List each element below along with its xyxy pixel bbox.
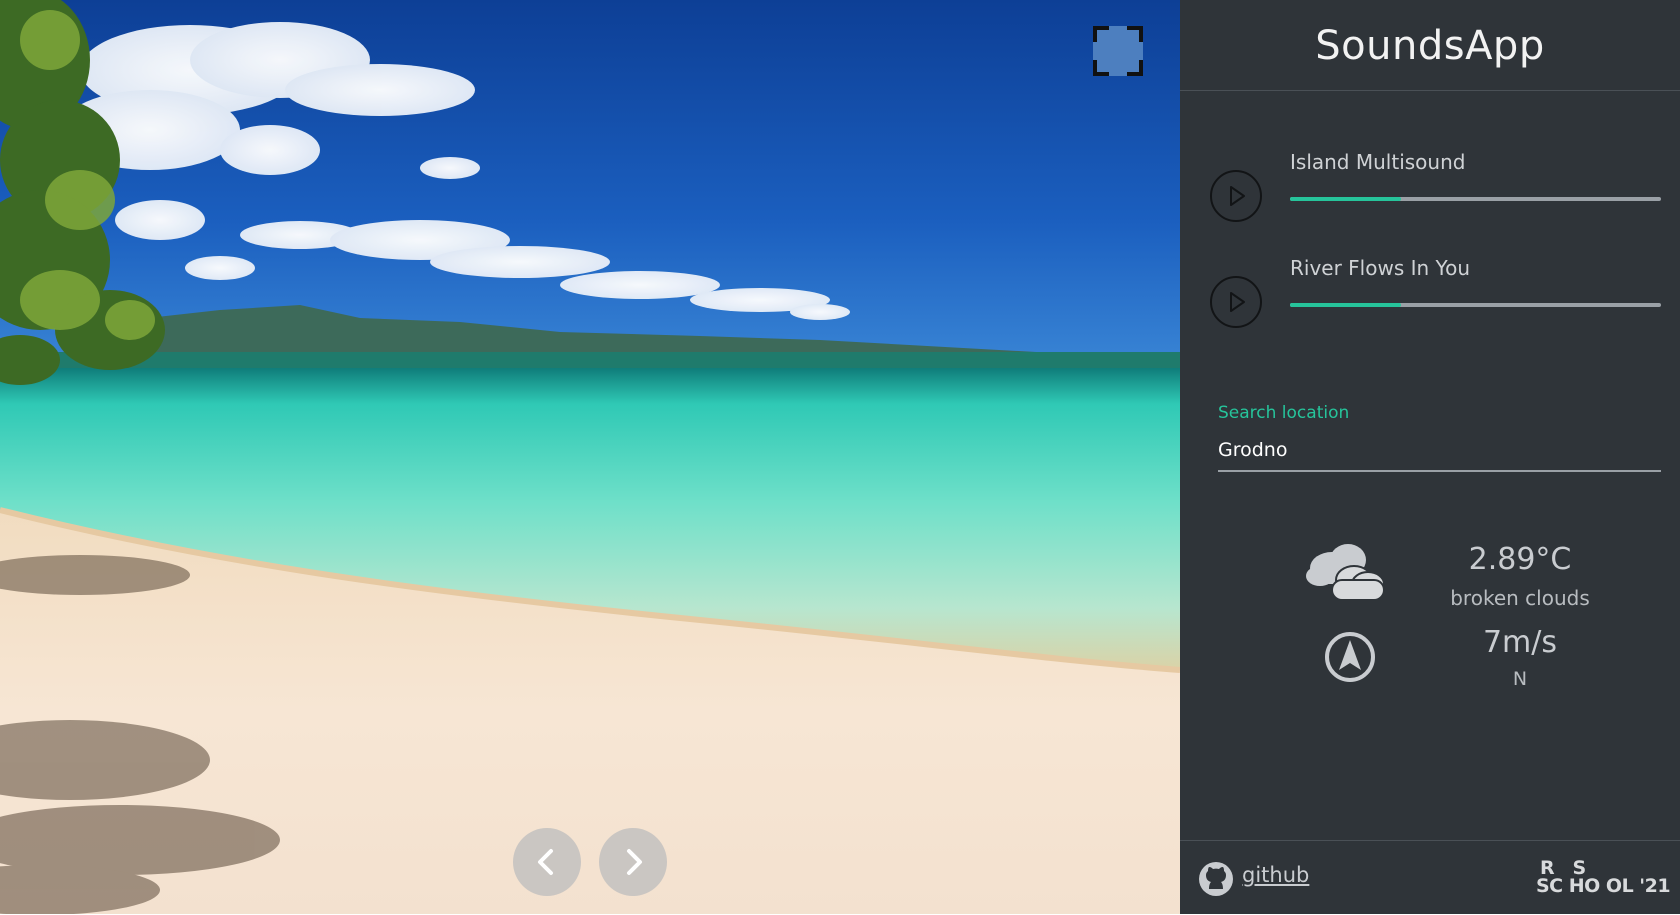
track-item: River Flows In You [1210,246,1661,336]
play-button[interactable] [1210,276,1262,328]
track-title: River Flows In You [1290,256,1471,280]
track-progress-fill [1290,197,1402,201]
track-progress-bar[interactable] [1290,197,1661,201]
play-icon [1230,292,1245,312]
rs-school-logo[interactable]: R S SC HO OL '21 [1536,859,1671,899]
next-slide-button[interactable] [599,828,667,896]
temperature-value: 2.89°C [1468,542,1572,577]
wind-speed-value: 7m/s [1482,625,1558,660]
previous-slide-button[interactable] [513,828,581,896]
track-progress-fill [1290,303,1402,307]
search-location-label: Search location [1218,403,1350,423]
footer: github R S SC HO OL '21 [1180,840,1680,915]
github-link[interactable]: github [1242,863,1309,887]
fullscreen-button[interactable] [1093,26,1143,76]
chevron-left-icon [538,849,553,875]
sidebar: SoundsApp Island Multisound River Flows … [1180,0,1680,914]
track-item: Island Multisound [1210,140,1661,230]
wind-direction: N [1512,668,1528,690]
background-slideshow [0,0,1180,914]
track-title: Island Multisound [1290,150,1466,174]
play-button[interactable] [1210,170,1262,222]
app-title: SoundsApp [1180,0,1680,91]
search-location-input[interactable] [1218,430,1661,472]
weather-description: broken clouds [1450,586,1590,610]
compass-icon [1323,630,1377,689]
github-icon[interactable] [1198,861,1234,902]
fullscreen-icon [1093,26,1143,76]
cloud-icon [1302,540,1388,611]
chevron-right-icon [627,849,642,875]
logo-line-2: SC HO OL '21 [1536,875,1671,897]
beach-background-image [0,0,1180,914]
track-progress-bar[interactable] [1290,303,1661,307]
play-icon [1230,186,1245,206]
